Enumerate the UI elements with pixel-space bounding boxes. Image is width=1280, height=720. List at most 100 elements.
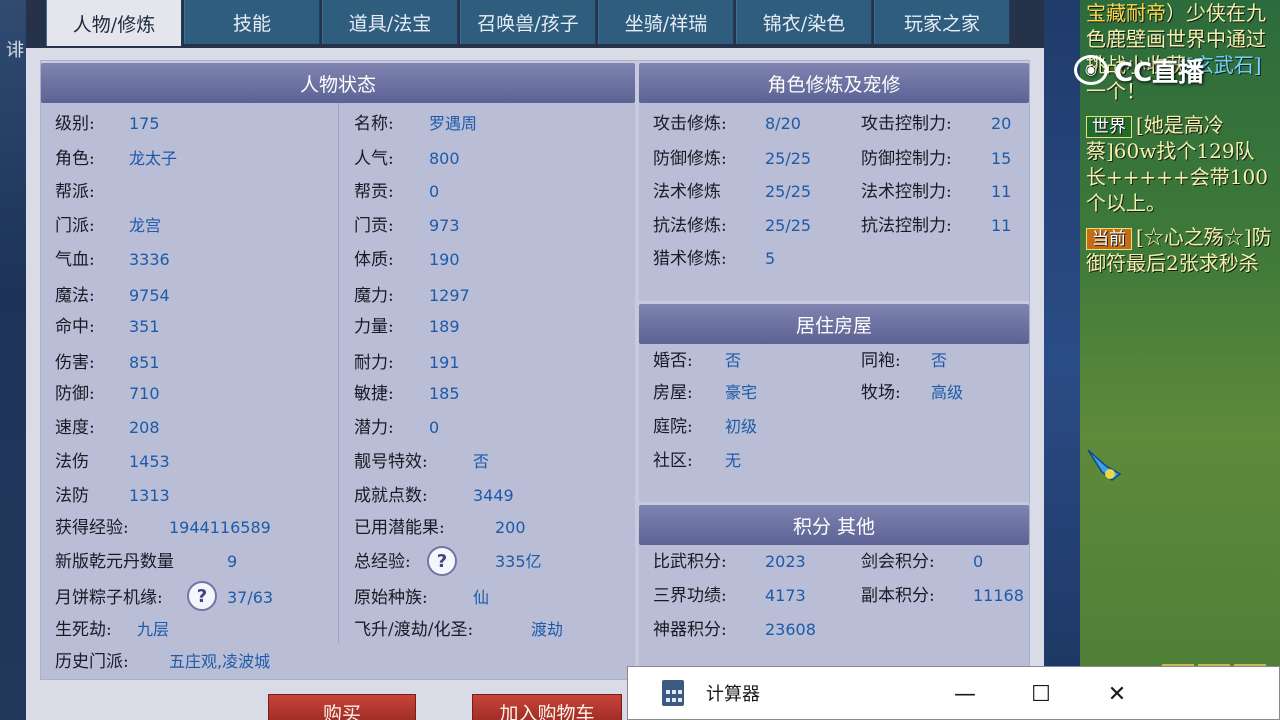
cultivation-value-2: 11 [991, 182, 1012, 201]
status-label: 魔法: [55, 286, 95, 306]
status-label: 名称: [354, 114, 394, 134]
status-value: 9 [227, 552, 238, 571]
cc-logo-text: CC直播 [1114, 57, 1205, 88]
status-label: 体质: [354, 250, 394, 270]
status-value: 973 [429, 216, 460, 235]
status-label: 命中: [55, 317, 95, 337]
status-label: 生死劫: [55, 620, 112, 640]
status-value: 龙宫 [129, 216, 162, 235]
calculator-window[interactable]: 计算器 — ☐ ✕ [627, 666, 1280, 720]
cultivation-label-2: 抗法控制力: [861, 216, 952, 236]
status-value: 1313 [129, 486, 170, 505]
left-background: 诽 [0, 0, 26, 720]
house-label: 婚否: [653, 351, 693, 371]
status-label: 原始种族: [354, 588, 428, 608]
status-value: 1944116589 [169, 518, 271, 537]
status-value: 200 [495, 518, 526, 537]
status-value: 0 [429, 182, 440, 201]
status-label: 新版乾元丹数量 [55, 552, 174, 572]
minimize-button[interactable]: — [938, 675, 992, 713]
status-value: 1297 [429, 286, 470, 305]
calculator-icon [662, 680, 684, 706]
status-label: 气血: [55, 250, 95, 270]
status-header: 人物状态 [41, 63, 635, 103]
cultivation-label: 抗法修炼: [653, 216, 727, 236]
scene-edge-strip [1044, 0, 1080, 720]
add-to-cart-button[interactable]: 加入购物车 [472, 694, 622, 720]
status-value: 否 [473, 452, 490, 471]
status-value: 190 [429, 250, 460, 269]
status-label: 总经验: [354, 552, 411, 572]
status-value: 九层 [137, 620, 170, 639]
house-panel: 婚否: 否 同袍: 否房屋: 豪宅 牧场: 高级 庭院: 初级 社区: 无 [639, 344, 1029, 502]
status-value: 191 [429, 353, 460, 372]
status-value: 208 [129, 418, 160, 437]
status-value: 3336 [129, 250, 170, 269]
status-value: 9754 [129, 286, 170, 305]
points-value: 23608 [765, 620, 816, 639]
status-label: 成就点数: [354, 486, 428, 506]
tab-mounts[interactable]: 坐骑/祥瑞 [598, 0, 734, 44]
cultivation-label: 防御修炼: [653, 149, 727, 169]
points-label-2: 剑会积分: [861, 552, 935, 572]
flying-pet-icon [1087, 449, 1122, 481]
help-icon-total-exp[interactable]: ? [427, 546, 457, 576]
house-header: 居住房屋 [639, 304, 1029, 344]
status-label: 角色: [55, 149, 95, 169]
cultivation-value-2: 11 [991, 216, 1012, 235]
cultivation-value: 5 [765, 249, 776, 268]
tab-items[interactable]: 道具/法宝 [322, 0, 458, 44]
cultivation-label: 攻击修炼: [653, 114, 727, 134]
cultivation-label-2: 攻击控制力: [861, 114, 952, 134]
status-label: 月饼粽子机缘: [55, 588, 163, 608]
tab-player-home[interactable]: 玩家之家 [874, 0, 1010, 44]
cultivation-value: 8/20 [765, 114, 801, 133]
house-value: 否 [725, 351, 742, 370]
buy-button[interactable]: 购买 [268, 694, 416, 720]
status-value: 189 [429, 317, 460, 336]
status-label: 伤害: [55, 353, 95, 373]
status-value: 五庄观,凌波城 [169, 652, 271, 671]
status-label: 已用潜能果: [354, 518, 445, 538]
house-value: 豪宅 [725, 383, 758, 402]
status-label: 速度: [55, 418, 95, 438]
status-value: 351 [129, 317, 160, 336]
points-label: 神器积分: [653, 620, 727, 640]
status-label: 魔力: [354, 286, 394, 306]
status-value: 800 [429, 149, 460, 168]
status-value: 37/63 [227, 588, 274, 607]
status-value: 335亿 [495, 552, 542, 571]
status-value: 1453 [129, 452, 170, 471]
maximize-button[interactable]: ☐ [1014, 675, 1068, 713]
house-value-2: 否 [931, 351, 948, 370]
status-label: 敏捷: [354, 384, 394, 404]
cultivation-label-2: 法术控制力: [861, 182, 952, 202]
status-label: 法防 [55, 486, 89, 506]
status-label: 潜力: [354, 418, 394, 438]
status-value: 龙太子 [129, 149, 178, 168]
status-label: 靓号特效: [354, 452, 428, 472]
house-label-2: 牧场: [861, 383, 901, 403]
status-divider [338, 103, 339, 643]
tab-character[interactable]: 人物/修炼 [46, 0, 182, 46]
house-value: 无 [725, 451, 742, 470]
house-label: 房屋: [653, 383, 693, 403]
status-label: 法伤 [55, 452, 89, 472]
status-value: 渡劫 [531, 620, 564, 639]
status-label: 级别: [55, 114, 95, 134]
status-value: 罗遇周 [429, 114, 478, 133]
tab-outfits[interactable]: 锦衣/染色 [736, 0, 872, 44]
house-label-2: 同袍: [861, 351, 901, 371]
cultivation-header: 角色修炼及宠修 [639, 63, 1029, 103]
points-value-2: 11168 [973, 586, 1024, 605]
tab-summons[interactable]: 召唤兽/孩子 [460, 0, 596, 44]
cultivation-value-2: 15 [991, 149, 1012, 168]
cc-logo-icon: ◉ [1074, 55, 1108, 85]
chat-message-current: 当前 [☆心之殇☆]防御符最后2张求秒杀 [1086, 224, 1274, 276]
close-button[interactable]: ✕ [1090, 675, 1144, 713]
cultivation-value: 25/25 [765, 182, 812, 201]
tab-skills[interactable]: 技能 [184, 0, 320, 44]
house-value: 初级 [725, 417, 758, 436]
chat-system-tag: 宝藏耐帝 [1086, 1, 1166, 25]
help-icon-mooncake[interactable]: ? [187, 581, 217, 611]
